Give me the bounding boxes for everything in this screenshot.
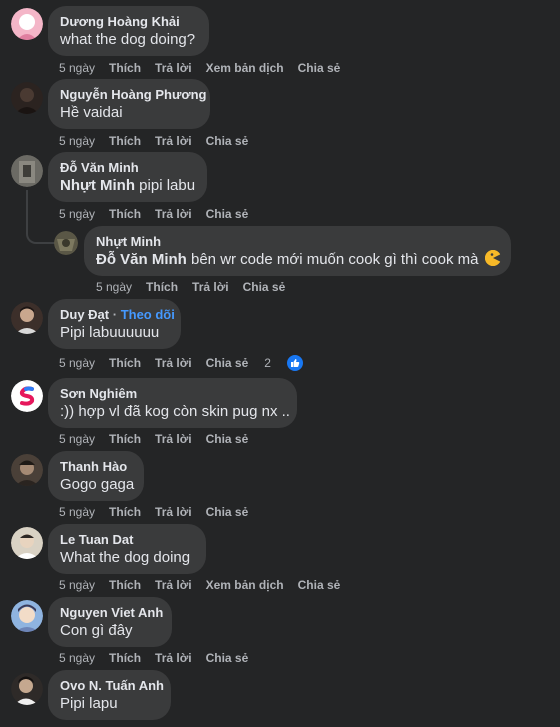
reply-button[interactable]: Trả lời [155, 432, 192, 446]
comment-actions: 5 ngày Thích Trả lời Chia sẻ 2 [59, 355, 331, 371]
translate-button[interactable]: Xem bản dịch [206, 61, 284, 75]
commenter-name[interactable]: Sơn Nghiêm [60, 386, 285, 402]
avatar[interactable] [11, 8, 43, 40]
comment-actions: 5 ngày Thích Trả lời Chia sẻ [96, 279, 299, 295]
reply-button[interactable]: Trả lời [155, 207, 192, 221]
comment-bubble: Duy Đạt · Theo dõi Pipi labuuuuuu [48, 299, 181, 349]
reply-button[interactable]: Trả lời [155, 505, 192, 519]
reply-button[interactable]: Trả lời [155, 578, 192, 592]
avatar[interactable] [11, 600, 43, 632]
timestamp[interactable]: 5 ngày [59, 651, 95, 665]
comment-bubble: Nguyễn Hoàng Phương Hề vaidai [48, 79, 210, 129]
share-button[interactable]: Chia sẻ [206, 356, 249, 370]
commenter-name[interactable]: Nguyen Viet Anh [60, 605, 163, 621]
mention[interactable]: Nhựt Minh [60, 177, 135, 194]
translate-button[interactable]: Xem bản dịch [206, 578, 284, 592]
like-button[interactable]: Thích [109, 505, 141, 519]
avatar[interactable] [11, 380, 43, 412]
commenter-name[interactable]: Thanh Hào [60, 459, 132, 475]
commenter-name[interactable]: Ovo N. Tuấn Anh [60, 678, 164, 694]
like-button[interactable]: Thích [109, 578, 141, 592]
comment-bubble: Dương Hoàng Khải what the dog doing? [48, 6, 209, 56]
like-button[interactable]: Thích [109, 61, 141, 75]
share-button[interactable]: Chia sẻ [206, 134, 249, 148]
comment-actions: 5 ngày Thích Trả lời Chia sẻ [59, 431, 262, 447]
comment-actions: 5 ngày Thích Trả lời Chia sẻ [59, 504, 262, 520]
comment-bubble: Le Tuan Dat What the dog doing [48, 524, 206, 574]
commenter-name[interactable]: Nhựt Minh [96, 234, 499, 250]
avatar[interactable] [11, 82, 43, 114]
comment-text: Nhựt Minh pipi labu [60, 177, 196, 194]
comment-actions: 5 ngày Thích Trả lời Chia sẻ [59, 133, 262, 149]
timestamp[interactable]: 5 ngày [59, 578, 95, 592]
mention[interactable]: Đỗ Văn Minh [96, 251, 187, 268]
share-button[interactable]: Chia sẻ [206, 651, 249, 665]
comment-bubble: Sơn Nghiêm :)) hợp vl đã kog còn skin pu… [48, 378, 297, 428]
share-button[interactable]: Chia sẻ [298, 61, 341, 75]
avatar[interactable] [11, 527, 43, 559]
avatar[interactable] [11, 454, 43, 486]
share-button[interactable]: Chia sẻ [206, 505, 249, 519]
comment-text: :)) hợp vl đã kog còn skin pug nx .. [60, 403, 290, 420]
comment-text: Con gì đây [60, 622, 133, 639]
reply-button[interactable]: Trả lời [155, 134, 192, 148]
separator: · [109, 307, 121, 322]
comment-bubble: Thanh Hào Gogo gaga [48, 451, 144, 501]
commenter-name[interactable]: Đỗ Văn Minh [60, 160, 195, 176]
timestamp[interactable]: 5 ngày [96, 280, 132, 294]
like-button[interactable]: Thích [109, 356, 141, 370]
comment-text: Gogo gaga [60, 476, 135, 493]
comment-bubble: Ovo N. Tuấn Anh Pipi lapu [48, 670, 171, 720]
timestamp[interactable]: 5 ngày [59, 134, 95, 148]
avatar[interactable] [11, 155, 43, 187]
reply-thread-line [26, 190, 56, 244]
timestamp[interactable]: 5 ngày [59, 432, 95, 446]
commenter-name[interactable]: Dương Hoàng Khải [60, 14, 197, 30]
comment-text: what the dog doing? [60, 31, 196, 48]
like-button[interactable]: Thích [109, 134, 141, 148]
timestamp[interactable]: 5 ngày [59, 505, 95, 519]
comment-actions: 5 ngày Thích Trả lời Xem bản dịch Chia sẻ [59, 577, 354, 593]
comment-bubble: Nhựt Minh Đỗ Văn Minh bên wr code mới mu… [84, 226, 511, 276]
like-button[interactable]: Thích [109, 651, 141, 665]
like-reaction-icon [286, 355, 303, 371]
commenter-name[interactable]: Nguyễn Hoàng Phương [60, 87, 207, 103]
share-button[interactable]: Chia sẻ [206, 207, 249, 221]
comment-text: Đỗ Văn Minh bên wr code mới muốn cook gì… [96, 250, 501, 270]
commenter-name[interactable]: Le Tuan Dat [60, 532, 194, 548]
comment-text: What the dog doing [60, 549, 191, 566]
commenter-name: Duy Đạt · Theo dõi [60, 307, 175, 323]
avatar[interactable] [54, 231, 78, 255]
comment-actions: 5 ngày Thích Trả lời Chia sẻ [59, 650, 262, 666]
comment-actions: 5 ngày Thích Trả lời Chia sẻ [59, 206, 262, 222]
comment-bubble: Nguyen Viet Anh Con gì đây [48, 597, 172, 647]
like-button[interactable]: Thích [109, 207, 141, 221]
reply-button[interactable]: Trả lời [155, 356, 192, 370]
share-button[interactable]: Chia sẻ [243, 280, 286, 294]
timestamp[interactable]: 5 ngày [59, 356, 95, 370]
comment-text: Pipi labuuuuuu [60, 324, 160, 341]
reply-button[interactable]: Trả lời [192, 280, 229, 294]
avatar[interactable] [11, 302, 43, 334]
pacman-emoji [484, 250, 501, 266]
timestamp[interactable]: 5 ngày [59, 61, 95, 75]
timestamp[interactable]: 5 ngày [59, 207, 95, 221]
like-button[interactable]: Thích [109, 432, 141, 446]
share-button[interactable]: Chia sẻ [206, 432, 249, 446]
reaction-summary[interactable]: 2 [264, 355, 317, 371]
share-button[interactable]: Chia sẻ [298, 578, 341, 592]
comment-actions: 5 ngày Thích Trả lời Xem bản dịch Chia sẻ [59, 60, 354, 76]
comment-bubble: Đỗ Văn Minh Nhựt Minh pipi labu [48, 152, 207, 202]
reply-button[interactable]: Trả lời [155, 651, 192, 665]
comment-text: Hề vaidai [60, 104, 123, 121]
comment-text: Pipi lapu [60, 695, 118, 712]
reaction-count: 2 [264, 356, 271, 370]
reply-button[interactable]: Trả lời [155, 61, 192, 75]
commenter-name-link[interactable]: Duy Đạt [60, 307, 109, 322]
like-button[interactable]: Thích [146, 280, 178, 294]
avatar[interactable] [11, 673, 43, 705]
follow-button[interactable]: Theo dõi [121, 307, 175, 322]
